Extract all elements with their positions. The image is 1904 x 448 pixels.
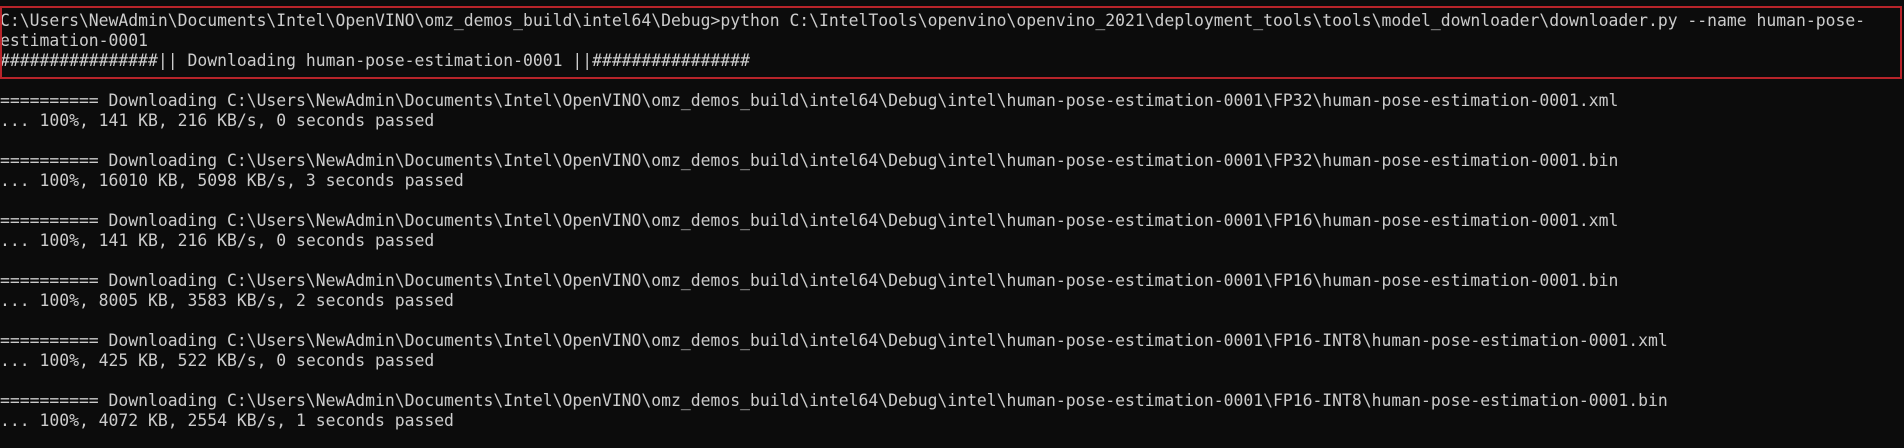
console-window[interactable]: C:\Users\NewAdmin\Documents\Intel\OpenVI… <box>0 0 1904 448</box>
download-progress: ... 100%, 425 KB, 522 KB/s, 0 seconds pa… <box>0 351 435 370</box>
download-progress: ... 100%, 8005 KB, 3583 KB/s, 2 seconds … <box>0 291 454 310</box>
download-banner: ################|| Downloading human-pos… <box>0 51 750 70</box>
download-progress: ... 100%, 4072 KB, 2554 KB/s, 1 seconds … <box>0 411 454 430</box>
download-header: ========== Downloading C:\Users\NewAdmin… <box>0 391 1668 410</box>
download-progress: ... 100%, 16010 KB, 5098 KB/s, 3 seconds… <box>0 171 464 190</box>
download-header: ========== Downloading C:\Users\NewAdmin… <box>0 151 1619 170</box>
download-header: ========== Downloading C:\Users\NewAdmin… <box>0 271 1619 290</box>
download-progress: ... 100%, 141 KB, 216 KB/s, 0 seconds pa… <box>0 231 435 250</box>
download-progress: ... 100%, 141 KB, 216 KB/s, 0 seconds pa… <box>0 111 435 130</box>
download-header: ========== Downloading C:\Users\NewAdmin… <box>0 211 1619 230</box>
command-line-continuation: estimation-0001 <box>0 31 149 50</box>
download-header: ========== Downloading C:\Users\NewAdmin… <box>0 91 1619 110</box>
download-header: ========== Downloading C:\Users\NewAdmin… <box>0 331 1668 350</box>
command-line: C:\Users\NewAdmin\Documents\Intel\OpenVI… <box>0 11 1866 30</box>
